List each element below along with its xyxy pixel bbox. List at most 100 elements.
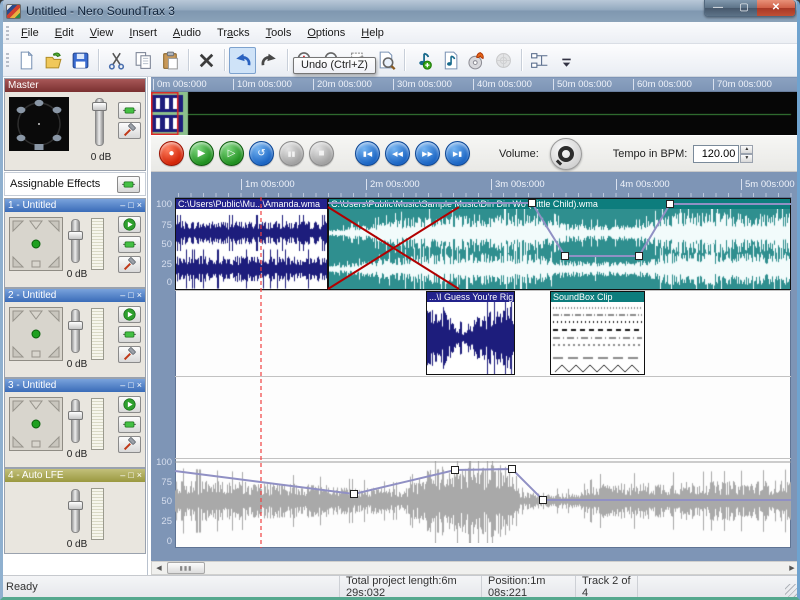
track-fader-thumb[interactable] [68, 411, 83, 420]
menu-item-tools[interactable]: Tools [258, 24, 300, 42]
project-overview-strip[interactable] [151, 92, 800, 135]
menu-item-insert[interactable]: Insert [121, 24, 165, 42]
volume-knob[interactable] [550, 138, 582, 170]
track-minimize-button[interactable]: – [120, 201, 125, 210]
track-play-button[interactable] [118, 396, 141, 413]
close-button[interactable]: ✕ [757, 0, 795, 16]
track-tools-button[interactable] [118, 346, 141, 363]
menubar-grip[interactable] [6, 26, 9, 40]
track-play-button[interactable] [118, 216, 141, 233]
minimize-button[interactable]: — [705, 0, 731, 16]
track-close-button[interactable]: × [137, 471, 142, 480]
track-header[interactable]: 1 - Untitled – □ × [5, 199, 145, 212]
master-fader-thumb[interactable] [92, 102, 107, 111]
surround-button[interactable] [490, 47, 517, 74]
redo-button[interactable] [256, 47, 283, 74]
play-button[interactable]: ▶ [189, 141, 214, 166]
track-volume-fader[interactable] [71, 309, 80, 353]
track-fader-thumb[interactable] [68, 501, 83, 510]
track-volume-fader[interactable] [71, 219, 80, 263]
tempo-down-button[interactable]: ▼ [740, 154, 753, 163]
note-page-button[interactable] [436, 47, 463, 74]
track-effects-button[interactable] [118, 236, 141, 253]
soundbox-clip[interactable]: SoundBox Clip [550, 291, 645, 375]
track-play-button[interactable] [118, 306, 141, 323]
open-button[interactable] [40, 47, 67, 74]
save-button[interactable] [67, 47, 94, 74]
note-add-button[interactable] [409, 47, 436, 74]
track-tools-button[interactable] [118, 256, 141, 273]
menu-item-edit[interactable]: Edit [47, 24, 82, 42]
burn-button[interactable] [463, 47, 490, 74]
menu-item-file[interactable]: File [13, 24, 47, 42]
tracks-button[interactable] [526, 47, 553, 74]
horizontal-scrollbar[interactable]: ◀ ▮▮▮ ▶ [151, 561, 800, 575]
master-header[interactable]: Master [5, 79, 145, 92]
master-surround-panner[interactable] [9, 97, 69, 151]
forward-button[interactable]: ▶▶ [415, 141, 440, 166]
rewind-button[interactable]: ◀◀ [385, 141, 410, 166]
paste-button[interactable] [157, 47, 184, 74]
track-surround-panner[interactable] [9, 307, 63, 361]
track-volume-fader[interactable] [71, 489, 80, 533]
toolbar-grip[interactable] [6, 53, 9, 67]
timeline-ruler[interactable]: 1m 00s:0002m 00s:0003m 00s:0004m 00s:000… [175, 178, 800, 197]
tempo-input[interactable] [693, 145, 739, 163]
maximize-button[interactable]: ▢ [731, 0, 757, 16]
track-volume-fader[interactable] [71, 399, 80, 443]
scroll-right-arrow[interactable]: ▶ [785, 562, 799, 574]
assignable-effects-button[interactable] [117, 176, 140, 193]
track-fader-thumb[interactable] [68, 231, 83, 240]
track-maximize-button[interactable]: □ [128, 291, 133, 300]
track-close-button[interactable]: × [137, 201, 142, 210]
go-start-button[interactable]: ▮◀ [355, 141, 380, 166]
record-button[interactable]: ● [159, 141, 184, 166]
scroll-left-arrow[interactable]: ◀ [152, 562, 166, 574]
track-maximize-button[interactable]: □ [128, 471, 133, 480]
go-end-button[interactable]: ▶▮ [445, 141, 470, 166]
zoom-page-button[interactable] [373, 47, 400, 74]
menu-item-help[interactable]: Help [353, 24, 392, 42]
undo-button[interactable] [229, 47, 256, 74]
scale-label: 0 [151, 277, 172, 288]
track-surround-panner[interactable] [9, 397, 63, 451]
menu-item-options[interactable]: Options [299, 24, 353, 42]
overview-ruler[interactable]: 0m 00s:00010m 00s:00020m 00s:00030m 00s:… [151, 78, 800, 92]
loop-button[interactable]: ↺ [249, 141, 274, 166]
waveform-amanda [176, 209, 327, 289]
menu-item-audio[interactable]: Audio [165, 24, 209, 42]
track-close-button[interactable]: × [137, 291, 142, 300]
track-header[interactable]: 2 - Untitled – □ × [5, 289, 145, 302]
track-maximize-button[interactable]: □ [128, 381, 133, 390]
track-minimize-button[interactable]: – [120, 471, 125, 480]
delete-button[interactable] [193, 47, 220, 74]
cut-button[interactable] [103, 47, 130, 74]
audio-clip-dindinwo[interactable]: C:\Users\Public\Music\Sample Music\Din D… [328, 198, 791, 290]
master-effects-button[interactable] [118, 102, 141, 119]
track-header[interactable]: 3 - Untitled – □ × [5, 379, 145, 392]
audio-clip-amanda[interactable]: C:\Users\Public\Mu...\Amanda.wma [175, 198, 328, 290]
track-tools-button[interactable] [118, 436, 141, 453]
master-volume-fader[interactable] [95, 98, 104, 146]
overflow-button[interactable] [553, 47, 580, 74]
play-selection-button[interactable]: ▷ [219, 141, 244, 166]
master-tools-button[interactable] [118, 122, 141, 139]
track-close-button[interactable]: × [137, 381, 142, 390]
title-bar[interactable]: Untitled - Nero SoundTrax 3 — ▢ ✕ [0, 0, 800, 22]
track-maximize-button[interactable]: □ [128, 201, 133, 210]
track-effects-button[interactable] [118, 326, 141, 343]
track-header[interactable]: 4 - Auto LFE – □ × [5, 469, 145, 482]
track-surround-panner[interactable] [9, 217, 63, 271]
scrollbar-thumb[interactable]: ▮▮▮ [167, 562, 205, 574]
copy-button[interactable] [130, 47, 157, 74]
track-minimize-button[interactable]: – [120, 291, 125, 300]
audio-clip-iguess[interactable]: ...\I Guess You're Rig [426, 291, 515, 375]
resize-grip[interactable] [785, 584, 798, 597]
tempo-up-button[interactable]: ▲ [740, 145, 753, 154]
menu-item-view[interactable]: View [82, 24, 122, 42]
menu-item-tracks[interactable]: Tracks [209, 24, 258, 42]
new-button[interactable] [13, 47, 40, 74]
track-minimize-button[interactable]: – [120, 381, 125, 390]
track-fader-thumb[interactable] [68, 321, 83, 330]
track-effects-button[interactable] [118, 416, 141, 433]
